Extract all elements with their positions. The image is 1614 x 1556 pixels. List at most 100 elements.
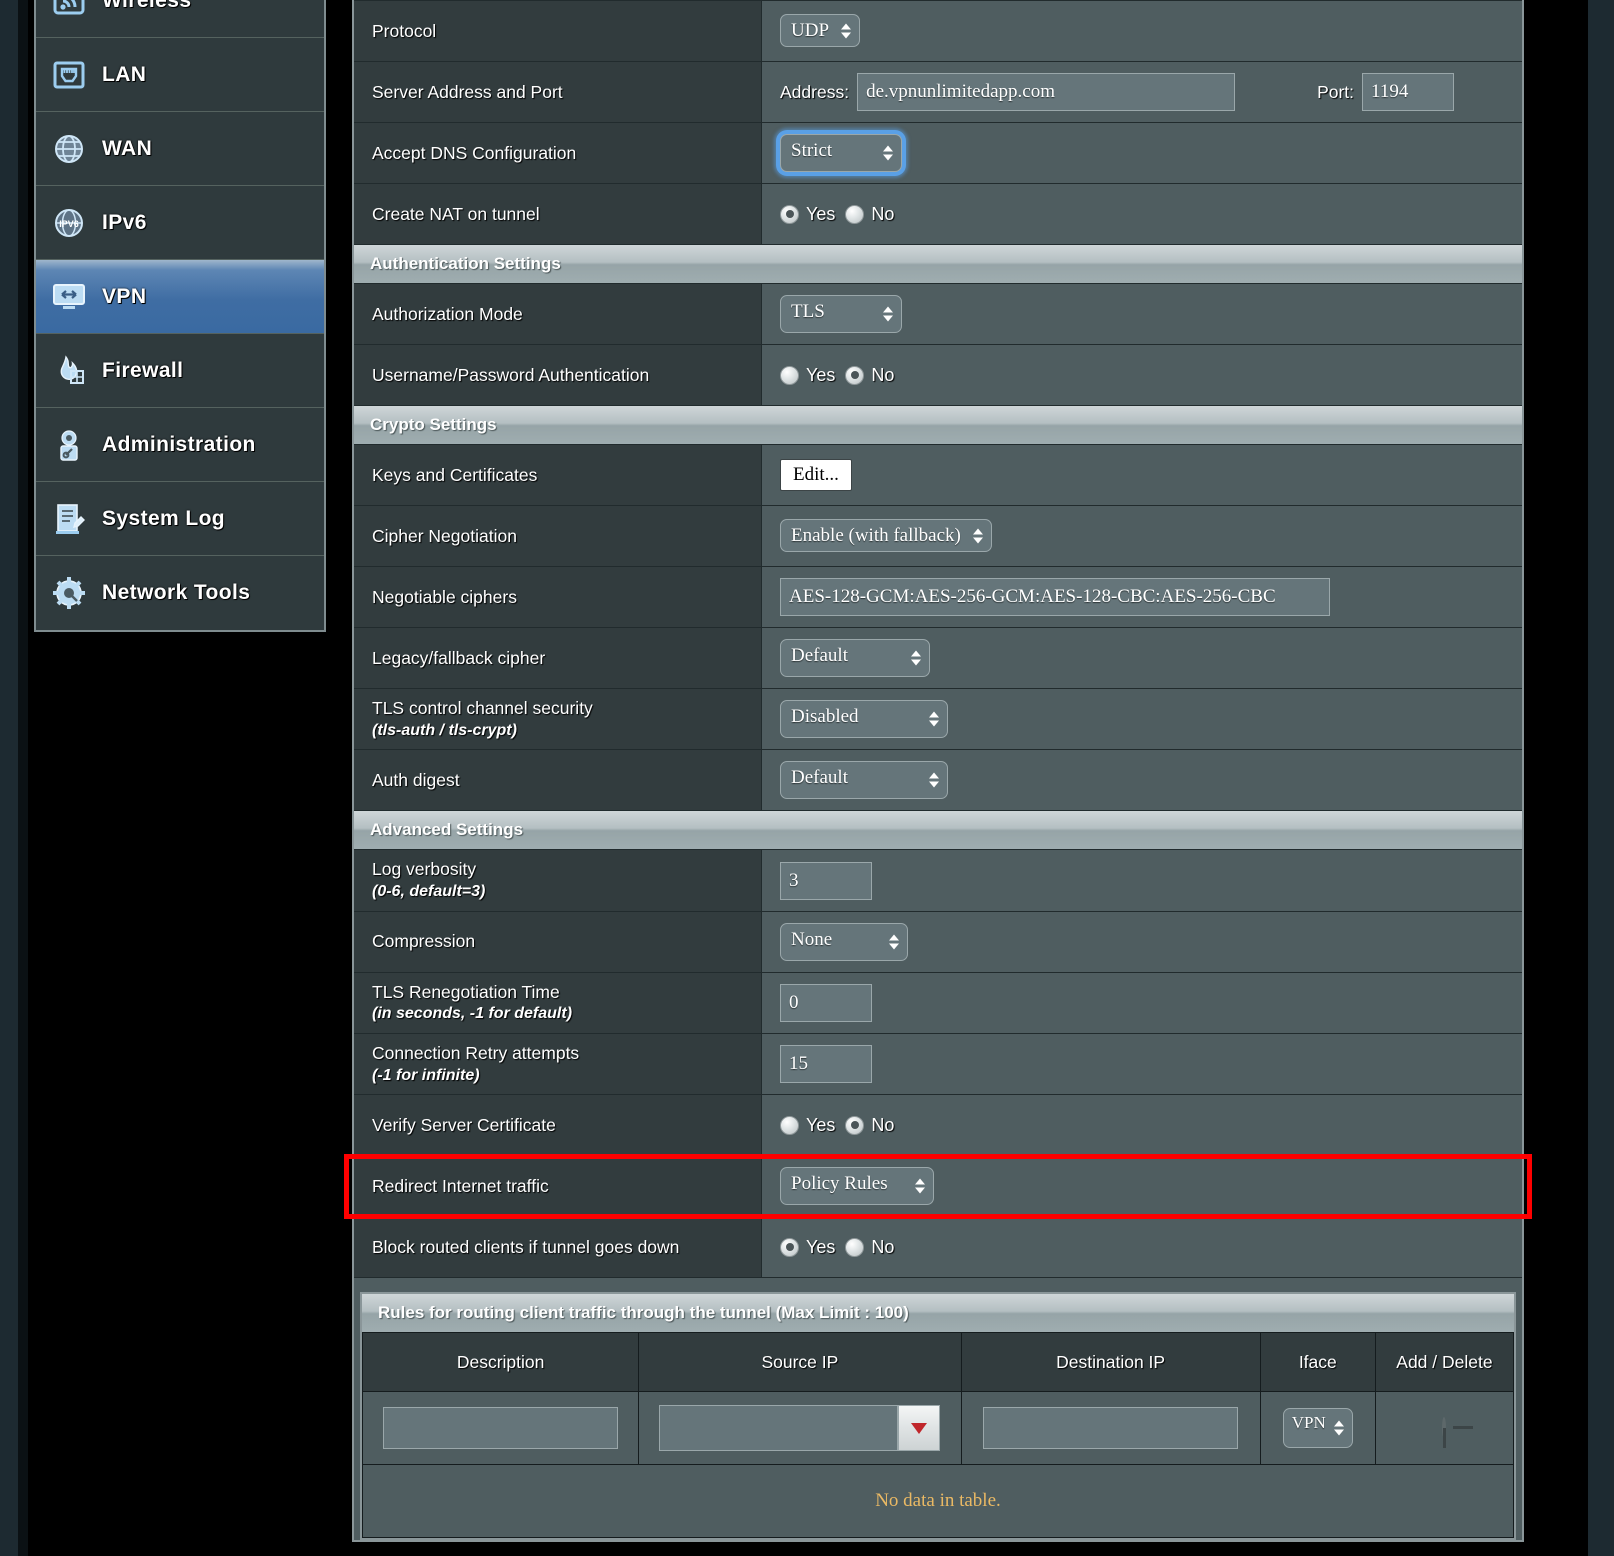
tlsctrl-sublabel: (tls-auth / tls-crypt) (372, 720, 761, 742)
sidebar-item-vpn[interactable]: VPN (36, 260, 324, 334)
cell-add-delete (1375, 1392, 1513, 1465)
compression-select-wrap[interactable]: None (780, 923, 908, 961)
cell-destination-ip (961, 1392, 1260, 1465)
nat-radio-no[interactable]: No (845, 204, 894, 225)
dns-select-wrap[interactable]: Strict (780, 134, 902, 172)
ciphers-label: Negotiable ciphers (372, 586, 761, 609)
row-redirect-internet-traffic: Redirect Internet traffic Policy Rules (354, 1156, 1522, 1217)
gear-wrench-icon (36, 425, 102, 465)
retry-value-cell (762, 1034, 1522, 1094)
firewall-flame-icon (36, 351, 102, 391)
iface-select[interactable]: VPN (1283, 1408, 1353, 1448)
protocol-label: Protocol (372, 20, 761, 43)
server-value-cell: Address: Port: (762, 62, 1522, 122)
tlsctrl-select[interactable]: Disabled (780, 700, 948, 738)
tools-gear-icon (36, 573, 102, 613)
blockrouted-radio-no[interactable]: No (845, 1237, 894, 1258)
radio-dot-icon (780, 205, 799, 224)
tlsctrl-label-cell: TLS control channel security (tls-auth /… (354, 689, 762, 749)
authdigest-label-cell: Auth digest (354, 750, 762, 810)
nat-label-cell: Create NAT on tunnel (354, 184, 762, 244)
destination-ip-input[interactable] (983, 1407, 1238, 1449)
radio-dot-icon (780, 1116, 799, 1135)
connection-retry-input[interactable] (780, 1045, 872, 1083)
source-ip-input[interactable] (659, 1405, 898, 1451)
plus-circle-icon[interactable] (1442, 1417, 1446, 1438)
vpn-settings-panel: Protocol UDP Server Address and Port Add… (352, 0, 1524, 1542)
sidebar-item-label: LAN (102, 63, 146, 87)
tls-renegotiation-input[interactable] (780, 984, 872, 1022)
dns-select[interactable]: Strict (780, 134, 902, 172)
authmode-select[interactable]: TLS (780, 295, 902, 333)
sidebar-item-ipv6[interactable]: IPV6 IPv6 (36, 186, 324, 260)
authdigest-select-wrap[interactable]: Default (780, 761, 948, 799)
sidebar-item-wan[interactable]: WAN (36, 112, 324, 186)
log-verbosity-input[interactable] (780, 862, 872, 900)
ciphernego-select[interactable]: Enable (with fallback) (780, 519, 992, 552)
port-input[interactable] (1362, 73, 1454, 111)
userpass-radio-no[interactable]: No (845, 365, 894, 386)
row-server-address: Server Address and Port Address: Port: (354, 62, 1522, 123)
row-compression: Compression None (354, 912, 1522, 973)
negotiable-ciphers-input[interactable] (780, 578, 1330, 616)
nat-radio-group: Yes No (780, 204, 894, 225)
row-keys-certificates: Keys and Certificates Edit... (354, 445, 1522, 506)
rules-input-row: VPN (363, 1392, 1514, 1465)
dropdown-arrow-icon[interactable] (898, 1405, 940, 1451)
server-label-cell: Server Address and Port (354, 62, 762, 122)
ciphers-label-cell: Negotiable ciphers (354, 567, 762, 627)
description-input[interactable] (383, 1407, 618, 1449)
source-ip-combo[interactable] (659, 1405, 940, 1451)
row-block-routed-clients: Block routed clients if tunnel goes down… (354, 1217, 1522, 1278)
protocol-select[interactable]: UDP (780, 14, 860, 47)
compression-value-cell: None (762, 912, 1522, 972)
legacy-select[interactable]: Default (780, 639, 930, 677)
row-tls-control-channel: TLS control channel security (tls-auth /… (354, 689, 1522, 750)
tlsctrl-select-wrap[interactable]: Disabled (780, 700, 948, 738)
sidebar-item-network-tools[interactable]: Network Tools (36, 556, 324, 630)
nat-radio-yes[interactable]: Yes (780, 204, 835, 225)
redirect-select-wrap[interactable]: Policy Rules (780, 1167, 934, 1205)
keys-value-cell: Edit... (762, 445, 1522, 505)
authdigest-select[interactable]: Default (780, 761, 948, 799)
row-username-password-auth: Username/Password Authentication Yes No (354, 345, 1522, 406)
sidebar-item-wireless[interactable]: Wireless (36, 0, 324, 38)
rules-empty-row: No data in table. (363, 1465, 1514, 1538)
verifycert-radio-yes[interactable]: Yes (780, 1115, 835, 1136)
sidebar-item-firewall[interactable]: Firewall (36, 334, 324, 408)
compression-label: Compression (372, 930, 761, 953)
lan-port-icon (36, 55, 102, 95)
sidebar-item-lan[interactable]: LAN (36, 38, 324, 112)
logverb-label-cell: Log verbosity (0-6, default=3) (354, 850, 762, 910)
ciphernego-label: Cipher Negotiation (372, 525, 761, 548)
protocol-select-wrap[interactable]: UDP (780, 20, 860, 42)
sidebar-item-administration[interactable]: Administration (36, 408, 324, 482)
userpass-radio-yes[interactable]: Yes (780, 365, 835, 386)
legacy-select-wrap[interactable]: Default (780, 639, 930, 677)
redirect-select[interactable]: Policy Rules (780, 1167, 934, 1205)
sidebar-item-label: System Log (102, 507, 225, 531)
address-label: Address: (780, 82, 849, 103)
blockrouted-radio-yes[interactable]: Yes (780, 1237, 835, 1258)
ciphernego-select-wrap[interactable]: Enable (with fallback) (780, 525, 992, 547)
row-protocol: Protocol UDP (354, 1, 1522, 62)
sidebar-item-label: Wireless (102, 0, 191, 13)
server-label: Server Address and Port (372, 81, 761, 104)
rules-table-title: Rules for routing client traffic through… (378, 1303, 909, 1323)
edit-keys-button[interactable]: Edit... (780, 459, 852, 491)
authmode-select-wrap[interactable]: TLS (780, 295, 902, 333)
sidebar-item-system-log[interactable]: System Log (36, 482, 324, 556)
wireless-icon (36, 0, 102, 21)
compression-select[interactable]: None (780, 923, 908, 961)
section-header-authentication: Authentication Settings (354, 245, 1522, 284)
verifycert-radio-no[interactable]: No (845, 1115, 894, 1136)
address-input[interactable] (857, 73, 1235, 111)
userpass-radio-group: Yes No (780, 365, 894, 386)
radio-dot-icon (845, 1238, 864, 1257)
sidebar-item-label: Firewall (102, 359, 183, 383)
row-legacy-cipher: Legacy/fallback cipher Default (354, 628, 1522, 689)
iface-select-wrap[interactable]: VPN (1283, 1408, 1353, 1448)
ciphernego-label-cell: Cipher Negotiation (354, 506, 762, 566)
row-create-nat: Create NAT on tunnel Yes No (354, 184, 1522, 245)
sidebar-item-label: Administration (102, 433, 256, 457)
